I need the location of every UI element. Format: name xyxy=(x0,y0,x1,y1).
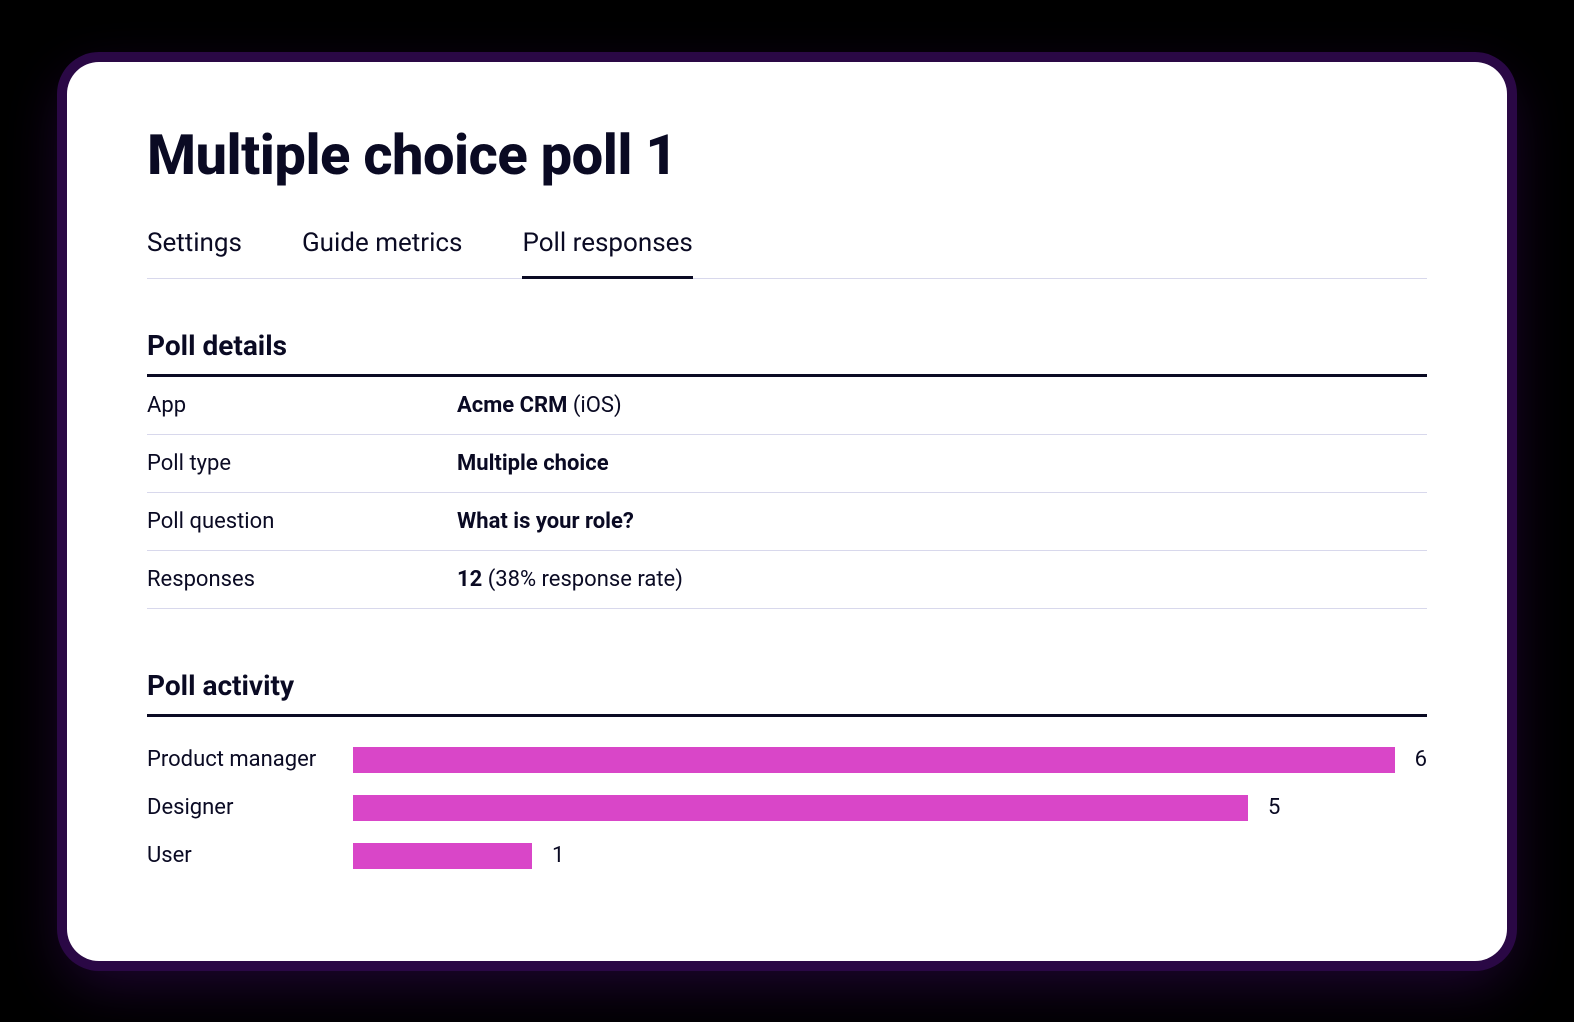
detail-value-poll-type: Multiple choice xyxy=(457,434,1427,492)
activity-bar xyxy=(353,747,1395,773)
activity-row: Designer 5 xyxy=(147,795,1427,821)
detail-label-responses: Responses xyxy=(147,550,457,608)
activity-row-label: User xyxy=(147,843,353,868)
poll-details-section: Poll details App Acme CRM (iOS) Poll typ… xyxy=(147,329,1427,609)
poll-details-table: App Acme CRM (iOS) Poll type Multiple ch… xyxy=(147,377,1427,609)
activity-bar-container: 5 xyxy=(353,795,1427,821)
activity-row-count: 1 xyxy=(552,843,564,868)
poll-activity-rows: Product manager 6 Designer 5 User 1 xyxy=(147,717,1427,869)
detail-row-app: App Acme CRM (iOS) xyxy=(147,377,1427,435)
activity-row-count: 5 xyxy=(1268,795,1280,820)
poll-window: Multiple choice poll 1 Settings Guide me… xyxy=(67,62,1507,961)
detail-row-poll-question: Poll question What is your role? xyxy=(147,492,1427,550)
activity-row-count: 6 xyxy=(1415,747,1427,772)
activity-bar xyxy=(353,795,1248,821)
activity-row-label: Designer xyxy=(147,795,353,820)
detail-label-poll-type: Poll type xyxy=(147,434,457,492)
tabs: Settings Guide metrics Poll responses xyxy=(147,228,1427,279)
activity-row-label: Product manager xyxy=(147,747,353,772)
detail-label-poll-question: Poll question xyxy=(147,492,457,550)
activity-row: Product manager 6 xyxy=(147,747,1427,773)
tab-guide-metrics[interactable]: Guide metrics xyxy=(302,228,463,279)
detail-value-poll-question: What is your role? xyxy=(457,492,1427,550)
activity-bar xyxy=(353,843,532,869)
poll-activity-title: Poll activity xyxy=(147,669,1427,717)
detail-label-app: App xyxy=(147,377,457,435)
activity-bar-container: 1 xyxy=(353,843,1427,869)
detail-row-poll-type: Poll type Multiple choice xyxy=(147,434,1427,492)
page-title: Multiple choice poll 1 xyxy=(147,122,1427,188)
detail-value-app: Acme CRM (iOS) xyxy=(457,377,1427,435)
tab-poll-responses[interactable]: Poll responses xyxy=(522,228,692,279)
detail-row-responses: Responses 12 (38% response rate) xyxy=(147,550,1427,608)
detail-value-responses: 12 (38% response rate) xyxy=(457,550,1427,608)
activity-row: User 1 xyxy=(147,843,1427,869)
tab-settings[interactable]: Settings xyxy=(147,228,242,279)
poll-activity-section: Poll activity Product manager 6 Designer 5 U… xyxy=(147,669,1427,869)
activity-bar-container: 6 xyxy=(353,747,1427,773)
poll-details-title: Poll details xyxy=(147,329,1427,377)
